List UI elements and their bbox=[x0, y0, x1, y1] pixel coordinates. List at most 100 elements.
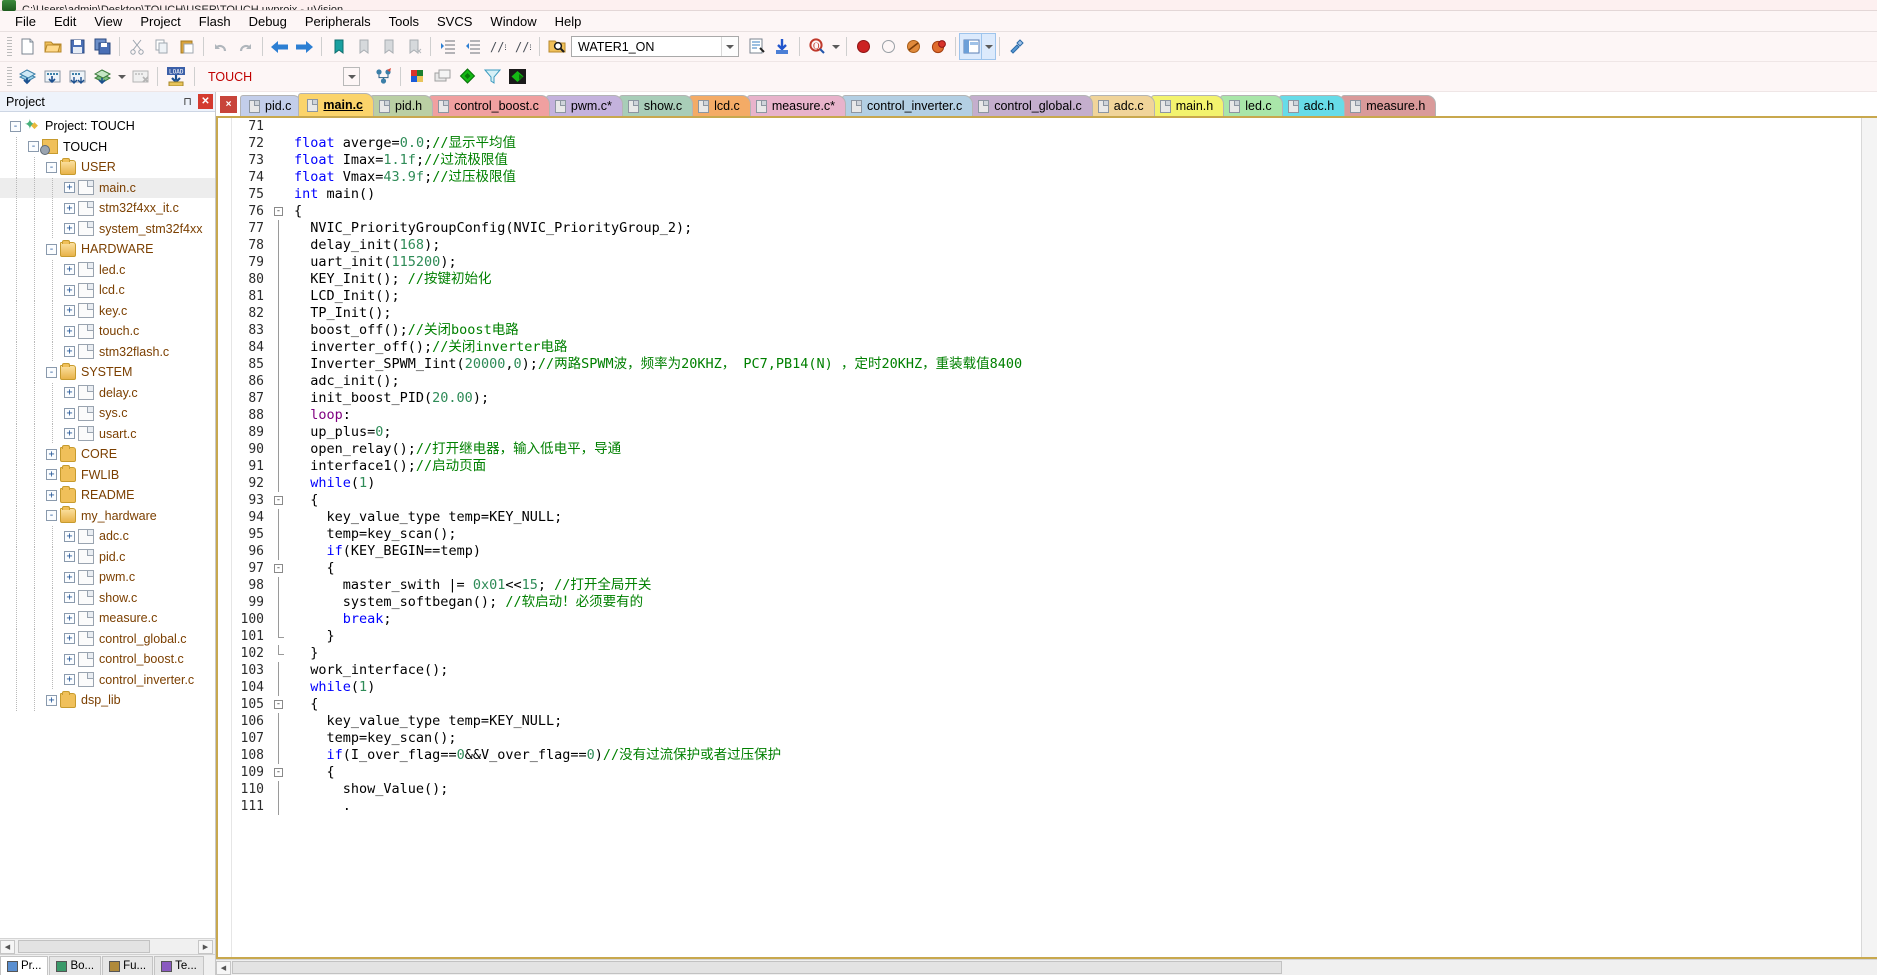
code-line[interactable]: key_value_type temp=KEY_NULL; bbox=[294, 713, 1877, 730]
editor-tab-show-c[interactable]: show.c bbox=[618, 95, 694, 116]
editor-tab-measure-c-[interactable]: measure.c* bbox=[746, 95, 847, 116]
tree-item-touch[interactable]: - TOUCH bbox=[0, 136, 215, 157]
tree-item-control-global-c[interactable]: + control_global.c bbox=[0, 628, 215, 649]
code-line[interactable]: open_relay();//打开继电器，输入低电平，导通 bbox=[294, 441, 1877, 458]
scroll-right-button[interactable]: ▶ bbox=[198, 939, 213, 954]
editor-tab-pwm-c-[interactable]: pwm.c* bbox=[545, 95, 623, 116]
breakpoint-gutter[interactable] bbox=[218, 118, 232, 957]
fold-marker[interactable]: - bbox=[270, 696, 288, 713]
menu-tools[interactable]: Tools bbox=[380, 12, 428, 31]
collapse-toggle-icon[interactable]: - bbox=[46, 510, 57, 522]
navigate-forward-icon[interactable] bbox=[292, 34, 317, 59]
code-line[interactable]: temp=key_scan(); bbox=[294, 526, 1877, 543]
indent-icon[interactable] bbox=[435, 34, 460, 59]
code-line[interactable]: } bbox=[294, 628, 1877, 645]
project-tree[interactable]: -Project: TOUCH-TOUCH-USER+main.c+stm32f… bbox=[0, 112, 215, 938]
code-line[interactable]: system_softbegan(); //软启动！必须要有的 bbox=[294, 594, 1877, 611]
code-line[interactable]: inverter_off();//关闭inverter电路 bbox=[294, 339, 1877, 356]
open-file-icon[interactable] bbox=[40, 34, 65, 59]
editor-tab-adc-c[interactable]: adc.c bbox=[1088, 95, 1155, 116]
expand-toggle-icon[interactable]: + bbox=[64, 284, 75, 296]
scroll-left-button[interactable]: ◀ bbox=[0, 939, 15, 954]
code-line[interactable]: if(I_over_flag==0&&V_over_flag==0)//没有过流… bbox=[294, 747, 1877, 764]
tree-item-pid-c[interactable]: + pid.c bbox=[0, 546, 215, 567]
code-line[interactable]: { bbox=[294, 203, 1877, 220]
editor-tab-led-c[interactable]: led.c bbox=[1220, 95, 1283, 116]
expand-toggle-icon[interactable]: + bbox=[46, 489, 57, 501]
expand-toggle-icon[interactable]: + bbox=[64, 182, 75, 194]
code-line[interactable]: } bbox=[294, 645, 1877, 662]
expand-toggle-icon[interactable]: + bbox=[64, 202, 75, 214]
insert-snippet-icon[interactable] bbox=[770, 34, 795, 59]
pack-installer-icon[interactable] bbox=[505, 64, 530, 89]
code-line[interactable]: Inverter_SPWM_Iint(20000,0);//两路SPWM波，频率… bbox=[294, 356, 1877, 373]
code-line[interactable]: while(1) bbox=[294, 475, 1877, 492]
tree-item-sys-c[interactable]: + sys.c bbox=[0, 403, 215, 424]
configuration-icon[interactable] bbox=[1004, 34, 1029, 59]
close-icon[interactable]: ✕ bbox=[198, 94, 213, 109]
expand-toggle-icon[interactable]: + bbox=[64, 264, 75, 276]
incremental-find-icon[interactable] bbox=[745, 34, 770, 59]
enable-breakpoints-icon[interactable] bbox=[926, 34, 951, 59]
code-line[interactable]: float Vmax=43.9f;//过压极限值 bbox=[294, 169, 1877, 186]
project-tab-bo[interactable]: Bo... bbox=[49, 956, 102, 975]
code-line[interactable]: if(KEY_BEGIN==temp) bbox=[294, 543, 1877, 560]
copy-icon[interactable] bbox=[149, 34, 174, 59]
expand-toggle-icon[interactable]: + bbox=[64, 674, 75, 686]
code-line[interactable]: float averge=0.0;//显示平均值 bbox=[294, 135, 1877, 152]
expand-toggle-icon[interactable]: + bbox=[64, 653, 75, 665]
collapse-toggle-icon[interactable]: - bbox=[46, 366, 57, 378]
undo-icon[interactable] bbox=[208, 34, 233, 59]
uncomment-icon[interactable]: //≢ bbox=[510, 34, 535, 59]
project-tab-te[interactable]: Te... bbox=[154, 956, 204, 975]
code-line[interactable]: uart_init(115200); bbox=[294, 254, 1877, 271]
tree-item-project-touch[interactable]: - Project: TOUCH bbox=[0, 116, 215, 137]
tree-item-delay-c[interactable]: + delay.c bbox=[0, 382, 215, 403]
filter-icon[interactable] bbox=[480, 64, 505, 89]
bookmark-clear-icon[interactable] bbox=[401, 34, 426, 59]
code-line[interactable]: { bbox=[294, 696, 1877, 713]
tree-item-readme[interactable]: + README bbox=[0, 485, 215, 506]
menu-view[interactable]: View bbox=[85, 12, 131, 31]
batch-build-dropdown-icon[interactable] bbox=[115, 64, 128, 89]
window-layout-dropdown-icon[interactable] bbox=[981, 33, 996, 60]
tree-item-user[interactable]: - USER bbox=[0, 157, 215, 178]
expand-toggle-icon[interactable]: + bbox=[64, 407, 75, 419]
save-all-icon[interactable] bbox=[90, 34, 115, 59]
tree-item-usart-c[interactable]: + usart.c bbox=[0, 423, 215, 444]
tree-item-adc-c[interactable]: + adc.c bbox=[0, 526, 215, 547]
toolbar-grip[interactable] bbox=[7, 66, 12, 87]
editor-tab-control-global-c[interactable]: control_global.c bbox=[969, 95, 1093, 116]
menu-help[interactable]: Help bbox=[546, 12, 591, 31]
expand-toggle-icon[interactable]: + bbox=[64, 428, 75, 440]
chevron-down-icon[interactable] bbox=[721, 37, 738, 56]
collapse-toggle-icon[interactable]: - bbox=[46, 161, 57, 173]
window-layout-icon[interactable] bbox=[959, 33, 983, 60]
expand-toggle-icon[interactable]: + bbox=[64, 223, 75, 235]
expand-toggle-icon[interactable]: + bbox=[64, 346, 75, 358]
tree-item-show-c[interactable]: + show.c bbox=[0, 587, 215, 608]
code-line[interactable]: NVIC_PriorityGroupConfig(NVIC_PriorityGr… bbox=[294, 220, 1877, 237]
scroll-thumb[interactable] bbox=[18, 940, 150, 953]
tree-item-stm32f4xx-it-c[interactable]: + stm32f4xx_it.c bbox=[0, 198, 215, 219]
translate-icon[interactable] bbox=[15, 64, 40, 89]
scroll-left-button[interactable]: ◀ bbox=[216, 960, 231, 975]
menu-peripherals[interactable]: Peripherals bbox=[296, 12, 380, 31]
expand-toggle-icon[interactable]: + bbox=[64, 612, 75, 624]
target-options-icon[interactable] bbox=[371, 64, 396, 89]
code-line[interactable] bbox=[294, 118, 1877, 135]
source-code-text[interactable]: float averge=0.0;//显示平均值 float Imax=1.1f;… bbox=[288, 118, 1877, 957]
code-line[interactable]: delay_init(168); bbox=[294, 237, 1877, 254]
tree-item-system[interactable]: - SYSTEM bbox=[0, 362, 215, 383]
code-line[interactable]: LCD_Init(); bbox=[294, 288, 1877, 305]
cut-icon[interactable] bbox=[124, 34, 149, 59]
code-line[interactable]: key_value_type temp=KEY_NULL; bbox=[294, 509, 1877, 526]
tree-item-pwm-c[interactable]: + pwm.c bbox=[0, 567, 215, 588]
editor-hscrollbar[interactable]: ◀ bbox=[216, 959, 1877, 975]
editor-tab-lcd-c[interactable]: lcd.c bbox=[689, 95, 751, 116]
tree-item-hardware[interactable]: - HARDWARE bbox=[0, 239, 215, 260]
editor-tab-measure-h[interactable]: measure.h bbox=[1341, 95, 1437, 116]
chevron-down-icon[interactable] bbox=[343, 67, 360, 86]
code-view[interactable]: 71 72 73 74 75 76 77 78 79 80 81 82 83 84 85 86 87 88 89 90… bbox=[216, 116, 1877, 959]
fold-collapse-icon[interactable]: - bbox=[274, 768, 283, 777]
